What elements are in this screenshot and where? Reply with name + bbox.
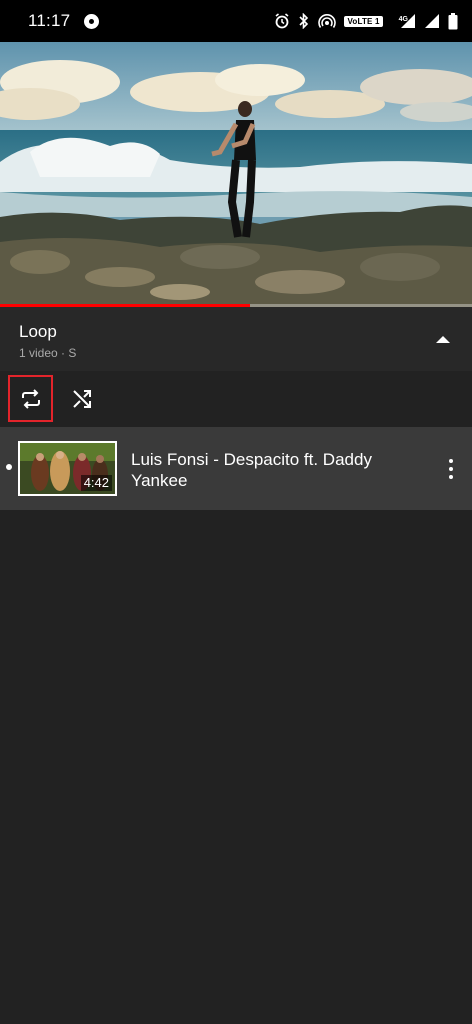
loop-button[interactable]	[8, 375, 53, 422]
alarm-icon	[275, 13, 289, 29]
battery-icon	[448, 12, 458, 29]
repeat-icon	[21, 388, 40, 409]
volte-icon: VoLTE 1	[344, 15, 383, 27]
more-vert-icon-dot	[449, 475, 453, 479]
playlist-controls	[0, 371, 472, 427]
shuffle-icon	[73, 390, 91, 408]
more-options-button[interactable]	[444, 457, 458, 481]
hotspot-icon	[318, 14, 337, 28]
video-frame	[0, 42, 472, 307]
screen-record-icon	[84, 13, 100, 29]
video-title: Luis Fonsi - Despacito ft. Daddy Yankee	[131, 450, 372, 490]
now-playing-indicator	[6, 464, 12, 470]
status-time: 11:17	[28, 11, 71, 30]
status-bar: 11:17 VoLTE 1 4G	[0, 0, 472, 42]
collapse-playlist-button[interactable]	[432, 329, 454, 349]
playlist-item[interactable]: 4:42 Luis Fonsi - Despacito ft. Daddy Ya…	[0, 427, 472, 510]
more-vert-icon-dot	[449, 467, 453, 471]
playlist-subtitle: 1 video · S	[19, 346, 77, 360]
more-vert-icon	[449, 459, 453, 463]
playlist-header[interactable]: Loop 1 video · S	[0, 307, 472, 371]
video-duration: 4:42	[80, 475, 112, 491]
chevron-up-icon	[436, 335, 450, 343]
network-type-label: 4G	[398, 16, 408, 23]
bluetooth-icon	[299, 13, 309, 29]
playlist-title: Loop	[19, 322, 57, 341]
shuffle-button[interactable]	[66, 385, 98, 413]
video-thumbnail[interactable]: 4:42	[18, 441, 117, 496]
video-player[interactable]	[0, 42, 472, 307]
signal-2-icon	[425, 14, 439, 28]
